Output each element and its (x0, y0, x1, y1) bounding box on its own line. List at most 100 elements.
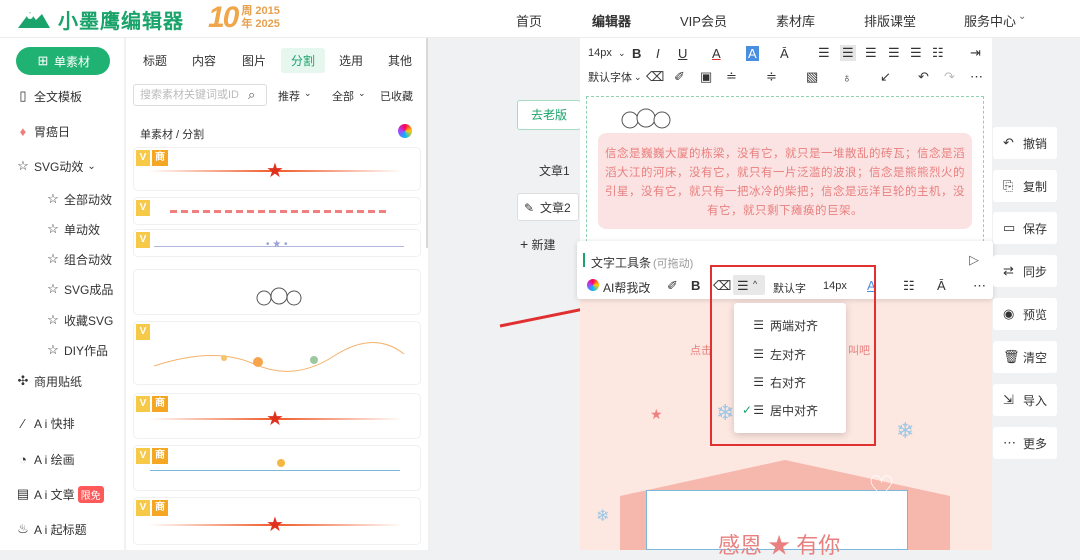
highlight-icon[interactable]: A (746, 45, 759, 61)
letter-spacing-icon[interactable]: Ā (780, 46, 789, 61)
letter-spacing-icon[interactable]: Ā (937, 278, 946, 293)
spacing-icon[interactable]: ≑ (766, 69, 777, 85)
sync-button[interactable]: ⇄ 同步 (993, 255, 1057, 287)
toolbar-row-1: 14px ⌄ B I U A A Ā ☰ ☰ ☰ ☰ ☰ ☷ ⇥ (582, 40, 994, 66)
redo-icon[interactable]: ↷ (944, 69, 955, 85)
indent-icon[interactable]: ☰ (910, 45, 922, 61)
line-height-icon[interactable]: ☷ (903, 278, 915, 294)
divider-card[interactable] (134, 270, 420, 314)
article-item[interactable]: 文章1 (517, 157, 579, 185)
tool-label: 同步 (1023, 264, 1048, 279)
image-icon[interactable]: ▣ (700, 69, 712, 85)
star-icon: ★ (266, 160, 284, 182)
new-article-button[interactable]: + 新建 (520, 236, 556, 253)
undo-icon[interactable]: ↶ (918, 69, 929, 85)
sidebar-item-ai-layout[interactable]: ⁄ A i 快排 (16, 412, 75, 434)
floral-divider (154, 342, 404, 372)
sidebar-item-all-effects[interactable]: ☆ 全部动效 (46, 188, 112, 210)
more-icon: ⋯ (1003, 435, 1016, 450)
arrow-icon[interactable]: ↙ (880, 69, 891, 85)
sidebar-item-ai-article[interactable]: ▤ A i 文章 限免 (16, 483, 104, 505)
article-item-active[interactable]: ✎ 文章2 (517, 193, 579, 221)
sidebar-item-combo-effect[interactable]: ☆ 组合动效 (46, 248, 112, 270)
clear-button[interactable]: 🗑 清空 (993, 341, 1057, 373)
anniversary-number: 10 (208, 1, 239, 34)
divider-card[interactable]: V (134, 198, 420, 224)
sidebar-item-template[interactable]: ▯ 全文模板 (16, 85, 82, 107)
font-color-icon[interactable]: A (712, 46, 721, 61)
more-icon[interactable]: ⋯ (970, 69, 983, 85)
sidebar-item-cancer-day[interactable]: ♦ 胃癌日 (16, 120, 70, 142)
border-icon[interactable]: ▧ (806, 69, 818, 85)
grid-icon: ⊞ (37, 53, 49, 68)
divider-card[interactable]: V商 (134, 446, 420, 490)
line-height-icon[interactable]: ☷ (932, 45, 944, 61)
align-right-icon[interactable]: ☰ (865, 45, 877, 61)
nav-course[interactable]: 排版课堂 (864, 11, 916, 30)
bold-icon[interactable]: B (632, 46, 641, 61)
bulb-icon[interactable]: ♁ (842, 70, 852, 85)
format-brush-icon[interactable]: ✐ (667, 278, 678, 294)
tab-image[interactable]: 图片 (242, 52, 266, 69)
tab-select[interactable]: 选用 (339, 52, 363, 69)
sidebar-item-single[interactable]: ⊞ 单素材 (16, 47, 110, 75)
logo[interactable]: 小墨鹰编辑器 (16, 6, 184, 33)
align-justify-icon[interactable]: ☰ (888, 45, 900, 61)
play-icon[interactable]: ▷ (969, 252, 979, 268)
search-icon[interactable]: ⌕ (248, 87, 255, 103)
color-palette-icon[interactable] (398, 124, 412, 138)
old-version-button[interactable]: 去老版 (517, 100, 581, 130)
save-button[interactable]: ▭ 保存 (993, 212, 1057, 244)
underline-icon[interactable]: U (678, 46, 687, 61)
divider-card[interactable]: V商 ★ (134, 394, 420, 438)
sidebar-item-diy[interactable]: ☆ DIY作品 (46, 339, 108, 361)
tab-divider[interactable]: 分割 (281, 48, 326, 73)
quote-text[interactable]: 信念是巍巍大厦的栋梁，没有它，就只是一堆散乱的砖瓦；信念是滔滔大江的河床，没有它… (598, 133, 972, 229)
sidebar-item-label: 单素材 (53, 54, 90, 69)
italic-icon[interactable]: I (656, 46, 660, 61)
bold-icon[interactable]: B (691, 278, 700, 293)
font-size-select[interactable]: 14px (588, 47, 612, 59)
format-brush-icon[interactable]: ✐ (674, 69, 685, 85)
sidebar-item-ai-draw[interactable]: ◔ A i 绘画 (16, 448, 75, 470)
filter-recommend[interactable]: 推荐 (278, 88, 300, 104)
exit-icon[interactable]: ⇥ (970, 45, 981, 61)
panel-scrollbar[interactable] (426, 38, 428, 248)
nav-vip[interactable]: VIP会员 (680, 11, 727, 30)
undo-button[interactable]: ↶ 撤销 (993, 127, 1057, 159)
sidebar-item-ai-title[interactable]: ♨ A i 起标题 (16, 518, 87, 540)
divider-card[interactable]: V • ★ • (134, 230, 420, 256)
sidebar-item-single-effect[interactable]: ☆ 单动效 (46, 218, 100, 240)
nav-service[interactable]: 服务中心 (964, 11, 1016, 30)
divider-card[interactable]: V (134, 322, 420, 384)
preview-button[interactable]: ◉ 预览 (993, 298, 1057, 330)
more-icon[interactable]: ⋯ (973, 278, 986, 294)
tab-title[interactable]: 标题 (143, 52, 167, 69)
search-input[interactable]: 搜索素材关键词或ID (133, 84, 267, 106)
sidebar-item-stickers[interactable]: ✣ 商用贴纸 (16, 370, 82, 392)
font-family-select[interactable]: 默认字体 (588, 69, 632, 85)
nav-materials[interactable]: 素材库 (776, 11, 815, 30)
divider-card[interactable]: V商 ★ (134, 498, 420, 544)
tool-label: 清空 (1023, 350, 1048, 365)
eraser-icon[interactable]: ⌫ (646, 69, 664, 85)
divider-card[interactable]: V商 ★ (134, 148, 420, 190)
sidebar-item-svg[interactable]: ☆ SVG动效 ⌄ (16, 155, 96, 177)
more-button[interactable]: ⋯ 更多 (993, 427, 1057, 459)
tab-content[interactable]: 内容 (192, 52, 216, 69)
filter-all[interactable]: 全部 (332, 88, 354, 104)
tab-other[interactable]: 其他 (388, 52, 412, 69)
align-center-icon[interactable]: ☰ (840, 45, 856, 61)
import-button[interactable]: ⇲ 导入 (993, 384, 1057, 416)
align-left-icon[interactable]: ☰ (818, 45, 830, 61)
nav-editor[interactable]: 编辑器 (592, 11, 631, 30)
nav-home[interactable]: 首页 (516, 11, 542, 30)
divider-icon[interactable]: ≐ (726, 69, 737, 85)
filter-favorites[interactable]: 已收藏 (380, 88, 413, 104)
sidebar-item-fav-svg[interactable]: ☆ 收藏SVG (46, 309, 113, 331)
toolbar-subtitle: (可拖动) (653, 258, 694, 270)
copy-button[interactable]: ⎘ 复制 (993, 170, 1057, 202)
sidebar-item-svg-finished[interactable]: ☆ SVG成品 (46, 278, 113, 300)
brand-name: 小墨鹰编辑器 (58, 8, 184, 33)
ai-rewrite-button[interactable]: AI帮我改 (603, 279, 650, 296)
